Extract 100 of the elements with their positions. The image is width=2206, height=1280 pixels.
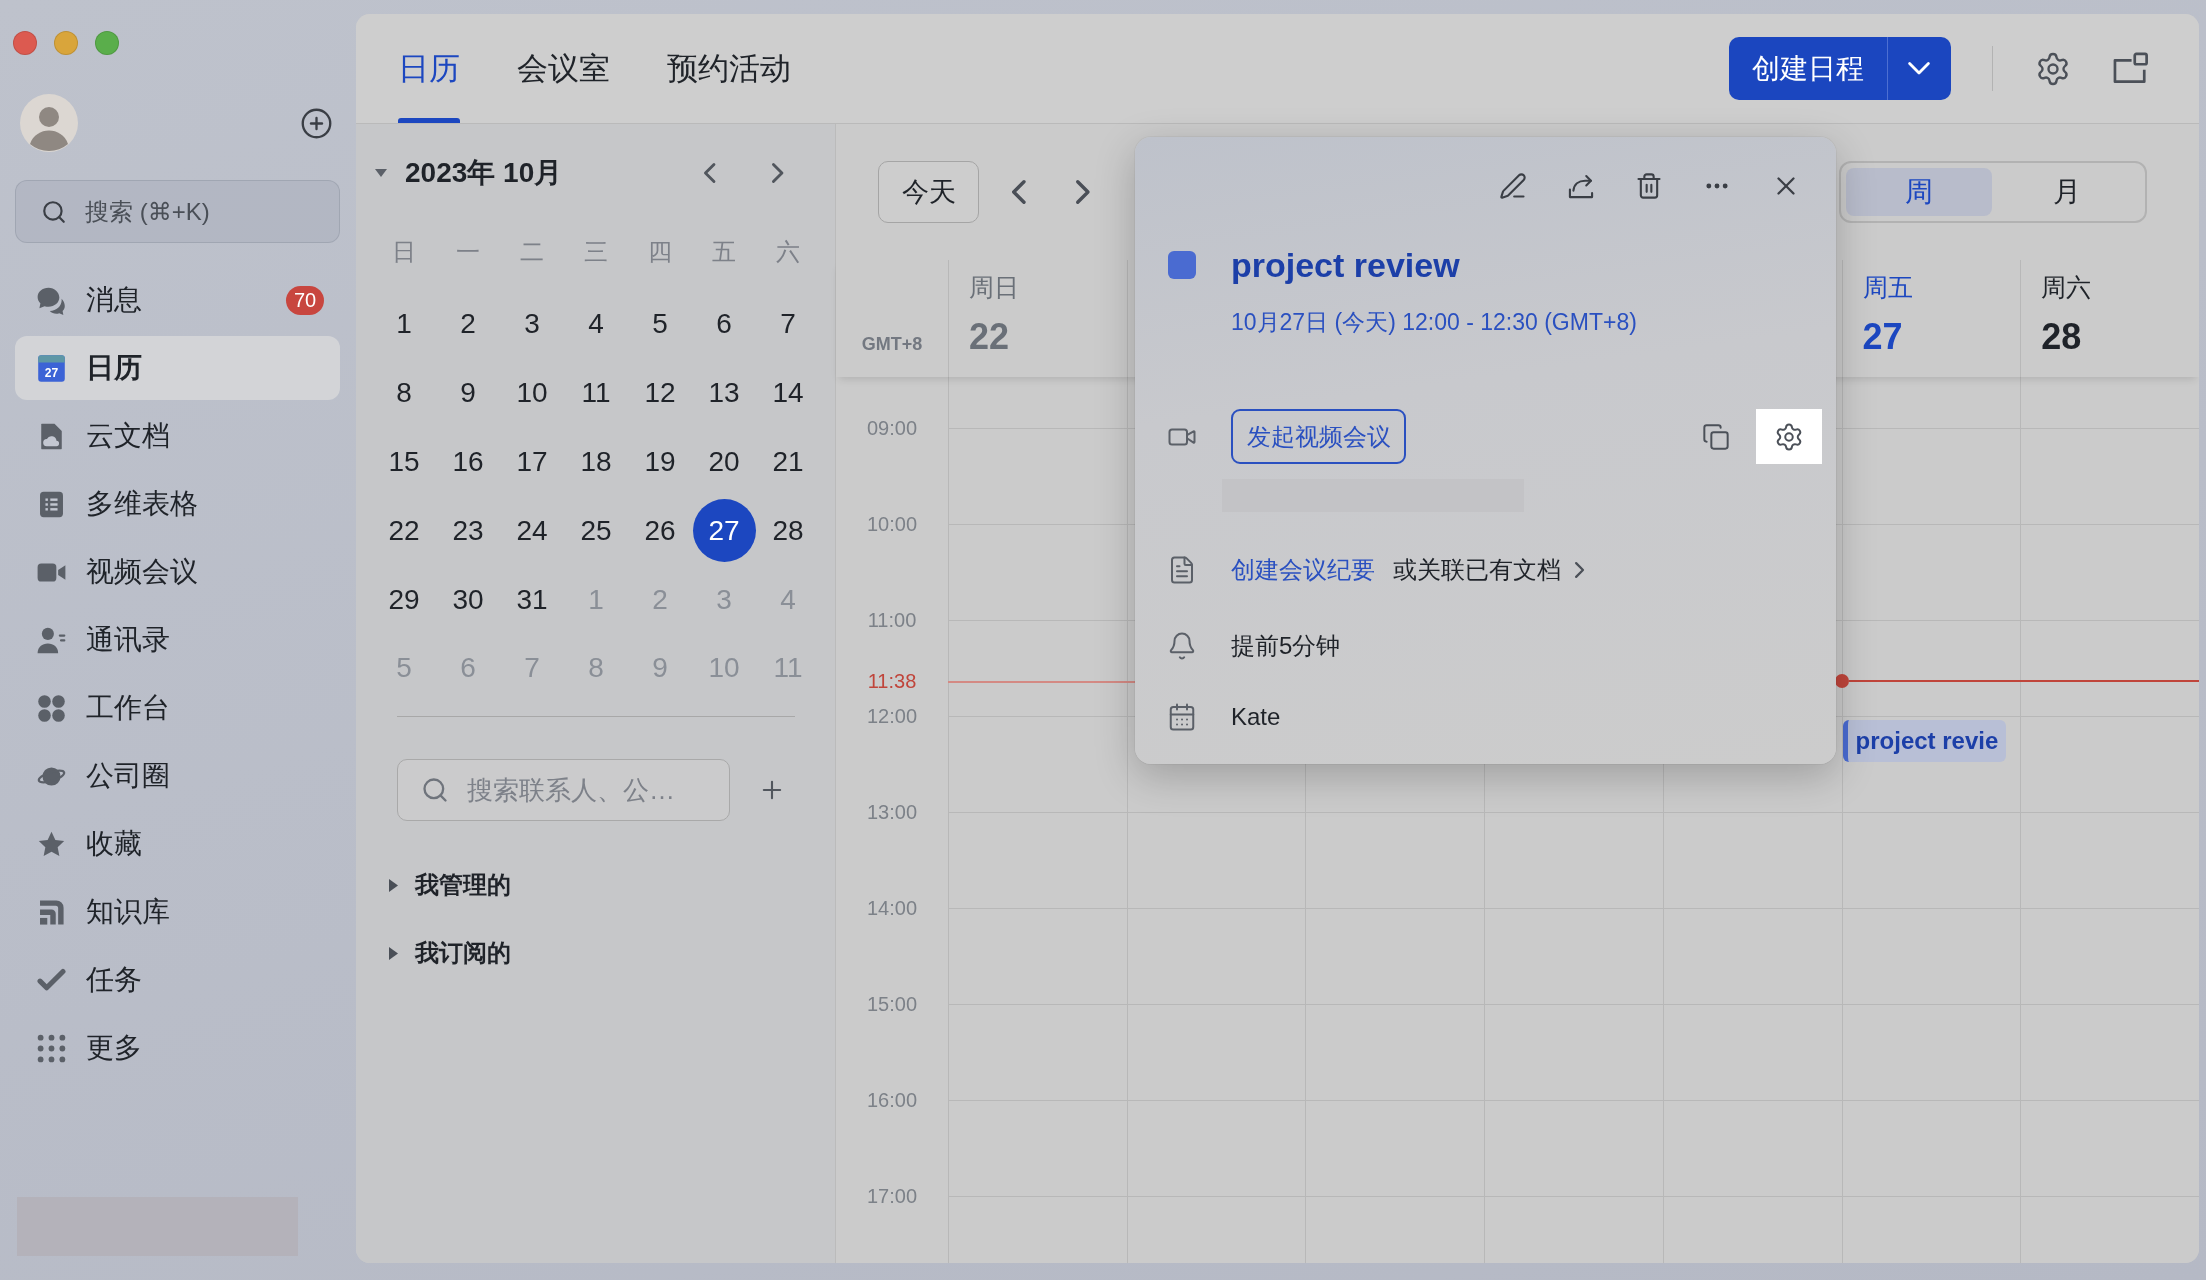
calendar-day[interactable]: 19	[628, 430, 692, 494]
start-video-meeting-button[interactable]: 发起视频会议	[1231, 409, 1406, 464]
sidebar-item[interactable]: 更多	[15, 1016, 340, 1080]
calendar-day[interactable]: 4	[564, 292, 628, 356]
view-option[interactable]: 周	[1846, 168, 1992, 216]
search-field[interactable]: 搜索 (⌘+K)	[15, 180, 340, 243]
calendar-day[interactable]: 29	[372, 568, 436, 632]
calendar-day[interactable]: 3	[500, 292, 564, 356]
date-number: 28	[2041, 315, 2082, 359]
calendar-day[interactable]: 5	[628, 292, 692, 356]
weekday-label: 日	[392, 237, 416, 267]
contact-search-field[interactable]: 搜索联系人、公…	[397, 759, 730, 822]
pencil-icon[interactable]	[1499, 172, 1527, 200]
four-circles-icon	[37, 693, 66, 723]
calendar-day[interactable]: 31	[500, 568, 564, 632]
sidebar-item[interactable]: 知识库	[15, 880, 340, 944]
weekday-label: 四	[648, 237, 672, 267]
calendar-day[interactable]: 1	[372, 292, 436, 356]
calendar-day[interactable]: 17	[500, 430, 564, 494]
weekday-label: 一	[456, 237, 480, 267]
calendar-day[interactable]: 10	[500, 361, 564, 425]
calendar-day[interactable]: 28	[756, 499, 820, 563]
calendar-name: Kate	[1231, 703, 1281, 731]
close-window-button[interactable]	[13, 31, 37, 55]
time-label: 11:00	[867, 608, 917, 632]
list-icon	[37, 489, 66, 519]
calendar-day[interactable]: 27	[692, 499, 756, 563]
time-label: 10:00	[866, 512, 918, 536]
calendar-day[interactable]: 23	[436, 499, 500, 563]
link-document-button[interactable]: 或关联已有文档	[1393, 554, 1585, 586]
calendar-day[interactable]: 22	[372, 499, 436, 563]
sidebar-item[interactable]: 任务	[15, 948, 340, 1012]
calendar-day[interactable]: 8	[372, 361, 436, 425]
calendar-day[interactable]: 14	[756, 361, 820, 425]
calendar-day[interactable]: 6	[692, 292, 756, 356]
calendar-group[interactable]: 我订阅的	[389, 923, 511, 984]
event-block[interactable]: project revie	[1842, 720, 2007, 762]
calendar-day[interactable]: 7	[756, 292, 820, 356]
dropdown-button[interactable]	[1886, 37, 1951, 100]
calendar-day[interactable]: 25	[564, 499, 628, 563]
color-swatch-icon	[1168, 251, 1196, 279]
search-icon	[41, 198, 67, 225]
share-icon[interactable]	[1567, 172, 1595, 200]
calendar-day[interactable]: 21	[756, 430, 820, 494]
sidebar-item[interactable]: 工作台	[15, 676, 340, 740]
calendar-day[interactable]: 12	[628, 361, 692, 425]
calendar-day[interactable]: 2	[436, 292, 500, 356]
time-label: 12:00	[866, 704, 918, 728]
calendar-icon	[1167, 702, 1197, 732]
time-label: 09:00	[866, 416, 918, 440]
calendar-day[interactable]: 11	[564, 361, 628, 425]
chat-bubbles-icon	[37, 285, 66, 315]
calendar-day[interactable]: 30	[436, 568, 500, 632]
date-number: 22	[969, 315, 1010, 359]
today-button[interactable]: 今天	[878, 161, 979, 223]
dots-grid-icon	[37, 1033, 66, 1063]
create-notes-link[interactable]: 创建会议纪要	[1231, 554, 1375, 586]
calendar-group[interactable]: 我管理的	[389, 855, 511, 916]
sidebar-item[interactable]: 云文档	[15, 404, 340, 468]
tab[interactable]: 日历	[398, 14, 460, 123]
create-event-button[interactable]: 创建日程	[1728, 37, 1887, 100]
chevron-left-icon	[1012, 180, 1026, 204]
time-label: 15:00	[866, 992, 918, 1016]
copy-icon[interactable]	[1702, 422, 1730, 451]
caret-down-icon[interactable]	[375, 169, 387, 177]
sidebar-item[interactable]: 公司圈	[15, 744, 340, 808]
add-icon[interactable]	[300, 106, 333, 140]
trash-icon[interactable]	[1635, 172, 1663, 200]
sidebar-item[interactable]: 视频会议	[15, 540, 340, 604]
chevron-left-icon[interactable]	[704, 163, 716, 183]
search-icon	[421, 776, 449, 805]
sidebar-item[interactable]: 收藏	[15, 812, 340, 876]
tab[interactable]: 会议室	[517, 14, 610, 123]
sidebar-item[interactable]: 消息 70	[15, 268, 340, 332]
calendar-day[interactable]: 9	[436, 361, 500, 425]
settings-icon[interactable]	[1756, 409, 1822, 464]
sidebar-item[interactable]: 多维表格	[15, 472, 340, 536]
calendar-day[interactable]: 20	[692, 430, 756, 494]
settings-icon[interactable]	[2035, 50, 2071, 87]
calendar-day[interactable]: 26	[628, 499, 692, 563]
view-option[interactable]: 月	[1994, 168, 2140, 216]
calendar-day[interactable]: 13	[692, 361, 756, 425]
sidebar-item[interactable]: 通讯录	[15, 608, 340, 672]
weekday-label: 六	[776, 237, 800, 267]
weekday-label: 五	[712, 237, 736, 267]
calendar-day[interactable]: 18	[564, 430, 628, 494]
calendar-day[interactable]: 15	[372, 430, 436, 494]
unread-badge: 70	[286, 285, 324, 315]
time-label: 13:00	[866, 800, 918, 824]
tab[interactable]: 预约活动	[667, 14, 791, 123]
calendar-day[interactable]: 16	[436, 430, 500, 494]
time-label: 16:00	[866, 1088, 918, 1112]
calendar-day[interactable]: 24	[500, 499, 564, 563]
event-time: 10月27日 (今天) 12:00 - 12:30 (GMT+8)	[1231, 308, 1637, 337]
sidebar-item[interactable]: 27 日历	[15, 336, 340, 400]
chevron-right-icon[interactable]	[771, 163, 783, 183]
event-title: project review	[1231, 245, 1460, 286]
current-time-label: 11:38	[867, 669, 917, 693]
time-label: 14:00	[866, 896, 918, 920]
weekday-label: 周日	[969, 272, 1019, 303]
